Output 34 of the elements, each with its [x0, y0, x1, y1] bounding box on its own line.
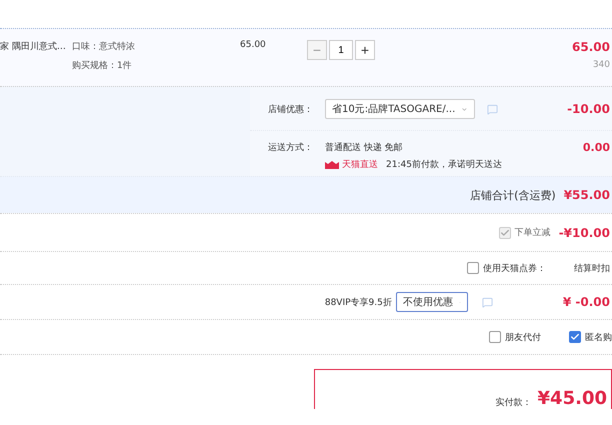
shop-total: ¥55.00: [564, 188, 610, 202]
discount-select[interactable]: 省10元:品牌TASOGARE/...: [325, 99, 475, 120]
increase-button[interactable]: +: [355, 40, 375, 60]
payment-label: 实付款：: [496, 396, 532, 409]
unit-price: 65.00: [240, 40, 267, 50]
subtotal-price: 65.00: [572, 40, 610, 54]
option-label: 匿名购: [585, 332, 612, 344]
option-amount: -¥10.00: [558, 226, 610, 240]
vip-discount-select[interactable]: 不使用优惠: [396, 292, 468, 312]
delivery-promise: 21:45前付款，承诺明天送达: [386, 158, 502, 172]
shipping-amount: 0.00: [582, 141, 610, 154]
option-label: 下单立减: [514, 226, 551, 239]
shop-total-label: 店铺合计(含运费): [470, 188, 556, 202]
product-title[interactable]: 家 隅田川意式…: [0, 40, 72, 53]
message-icon[interactable]: [487, 104, 498, 115]
option-amount: ¥ -0.00: [562, 295, 610, 309]
message-icon[interactable]: [482, 296, 493, 308]
payment-amount: ¥45.00: [538, 388, 607, 409]
shipping-method: 普通配送 快递 免邮: [325, 141, 404, 154]
option-label: 朋友代付: [505, 332, 541, 344]
option-label: 88VIP专享9.5折: [324, 296, 392, 308]
product-attribute: 购买规格：1件: [72, 60, 133, 72]
checkbox[interactable]: [489, 331, 501, 343]
checkbox[interactable]: [467, 262, 479, 274]
product-weight: 340: [592, 60, 610, 70]
discount-amount: -10.00: [567, 102, 610, 116]
shipping-label: 运送方式：: [268, 142, 314, 154]
discount-label: 店铺优惠：: [268, 104, 314, 116]
checkbox[interactable]: [569, 331, 581, 343]
product-attribute: 口味：意式特浓: [72, 40, 136, 53]
delivery-badge: 天猫直送: [325, 158, 378, 172]
quantity-field[interactable]: 1: [329, 40, 353, 60]
option-note: 结算时扣: [574, 262, 610, 274]
option-label: 使用天猫点券：: [483, 262, 546, 274]
